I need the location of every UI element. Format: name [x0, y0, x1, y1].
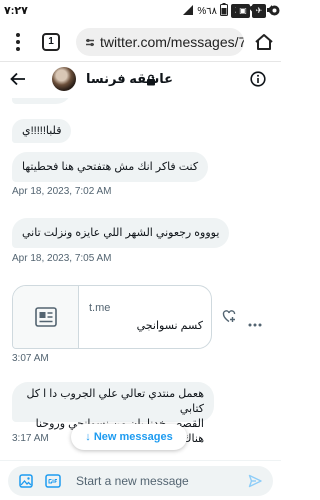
- message-timestamp: 3:07 AM: [12, 353, 49, 364]
- add-reaction-icon[interactable]: [222, 309, 236, 328]
- conversation-name[interactable]: عاشقه فرنسا: [86, 71, 173, 87]
- message-bubble[interactable]: قلبا!!!!!ي: [12, 119, 72, 143]
- new-messages-button[interactable]: ↓ New messages: [71, 424, 187, 450]
- message-bubble[interactable]: هعمل منتدي تعالي علي الجروب دا ا كل كتاب…: [12, 382, 214, 445]
- browser-toolbar: 1 twitter.com/messages/7: [0, 22, 281, 62]
- connection-info-icon[interactable]: [84, 35, 96, 54]
- browser-menu-icon[interactable]: [16, 33, 22, 51]
- message-input[interactable]: [76, 473, 236, 489]
- url-text: twitter.com/messages/7: [100, 34, 244, 50]
- message-timestamp: 3:17 AM: [12, 433, 49, 444]
- link-card-title: كسم نسوانجي: [136, 320, 203, 332]
- link-card-domain: t.me: [89, 302, 111, 314]
- conversation-header: عاشقه فرنسا: [0, 62, 281, 98]
- message-bubble-partial: [12, 98, 72, 104]
- message-composer: [0, 460, 281, 500]
- message-text: قلبا!!!!!ي: [22, 125, 62, 137]
- notification-icons: ▣ ✈: [236, 4, 281, 20]
- message-text: كنت فاكر انك مش هتفتحي هنا فحطيتها: [22, 161, 199, 173]
- settings-notification-icon: [268, 4, 281, 20]
- message-timestamp: Apr 18, 2023, 7:05 AM: [12, 253, 112, 264]
- info-icon[interactable]: [250, 71, 266, 92]
- app-notification-icon: ▣: [236, 4, 250, 18]
- composer-box: [8, 466, 273, 496]
- battery-percent: %٦٨: [197, 5, 217, 17]
- media-icon[interactable]: [19, 474, 33, 493]
- home-icon[interactable]: [254, 33, 274, 56]
- back-arrow-icon[interactable]: [10, 72, 26, 91]
- article-icon: [35, 307, 57, 327]
- message-list[interactable]: قلبا!!!!!ي كنت فاكر انك مش هتفتحي هنا فح…: [0, 98, 281, 460]
- more-options-icon[interactable]: [248, 314, 262, 332]
- message-bubble[interactable]: كنت فاكر انك مش هتفتحي هنا فحطيتها: [12, 152, 209, 182]
- send-icon[interactable]: [248, 474, 262, 493]
- link-card-thumbnail: [13, 286, 79, 348]
- message-text: يوووه رجعوني الشهر اللي عايزه ونزلت تاني: [22, 227, 220, 239]
- message-text-line: هعمل منتدي تعالي علي الجروب دا ا كل كتاب…: [26, 388, 204, 415]
- battery-icon: [220, 3, 228, 19]
- status-bar: ٧:٢٧ %٦٨ 2 ▣ ✈: [0, 0, 281, 22]
- status-time: ٧:٢٧: [4, 5, 28, 17]
- avatar[interactable]: [52, 67, 76, 91]
- message-bubble[interactable]: يوووه رجعوني الشهر اللي عايزه ونزلت تاني: [12, 218, 230, 248]
- address-bar[interactable]: twitter.com/messages/7: [76, 28, 244, 56]
- link-card[interactable]: t.me كسم نسوانجي: [12, 285, 212, 349]
- signal-icon: [182, 4, 194, 19]
- twitter-notification-icon: ✈: [252, 4, 266, 18]
- gif-icon[interactable]: [45, 474, 61, 493]
- tab-switcher-button[interactable]: 1: [42, 33, 60, 51]
- message-timestamp: Apr 18, 2023, 7:02 AM: [12, 186, 112, 197]
